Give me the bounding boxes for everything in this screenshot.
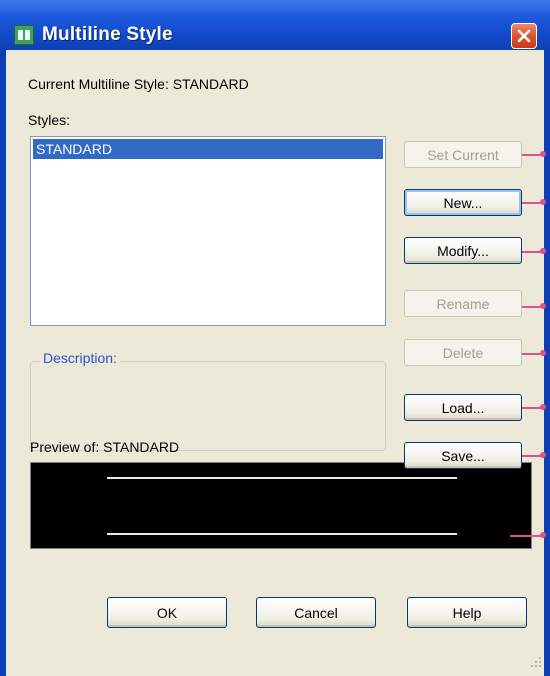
resize-grip[interactable] bbox=[530, 656, 542, 668]
callout-modify bbox=[522, 248, 546, 254]
preview-label: Preview of: STANDARD bbox=[30, 439, 180, 455]
close-icon bbox=[517, 29, 531, 43]
callout-save bbox=[522, 452, 546, 458]
delete-button[interactable]: Delete bbox=[404, 339, 522, 366]
callout-preview bbox=[510, 532, 546, 538]
description-label: Description: bbox=[40, 350, 120, 366]
window-title: Multiline Style bbox=[42, 24, 173, 45]
current-style-label: Current Multiline Style: STANDARD bbox=[28, 76, 249, 92]
load-button[interactable]: Load... bbox=[404, 394, 522, 421]
callout-new bbox=[522, 199, 546, 205]
callout-delete bbox=[522, 350, 546, 356]
modify-button[interactable]: Modify... bbox=[404, 237, 522, 264]
close-button[interactable] bbox=[511, 23, 537, 49]
preview-line-bottom bbox=[107, 533, 457, 535]
multiline-style-dialog: Multiline Style Current Multiline Style:… bbox=[0, 0, 550, 676]
cancel-button[interactable]: Cancel bbox=[256, 597, 376, 628]
callout-load bbox=[522, 404, 546, 410]
list-item[interactable]: STANDARD bbox=[33, 139, 383, 159]
multiline-style-icon bbox=[14, 25, 34, 45]
preview-pane bbox=[30, 462, 532, 549]
callout-rename bbox=[522, 303, 546, 309]
save-button[interactable]: Save... bbox=[404, 442, 522, 469]
set-current-button[interactable]: Set Current bbox=[404, 141, 522, 168]
preview-line-top bbox=[107, 477, 457, 479]
description-group bbox=[30, 361, 386, 451]
title-bar[interactable]: Multiline Style bbox=[0, 0, 550, 50]
callout-set-current bbox=[522, 151, 546, 157]
ok-button[interactable]: OK bbox=[107, 597, 227, 628]
new-button[interactable]: New... bbox=[404, 189, 522, 216]
dialog-body: Current Multiline Style: STANDARD Styles… bbox=[6, 50, 544, 676]
rename-button[interactable]: Rename bbox=[404, 290, 522, 317]
styles-list[interactable]: STANDARD bbox=[30, 136, 386, 326]
styles-label: Styles: bbox=[28, 112, 71, 128]
help-button[interactable]: Help bbox=[407, 597, 527, 628]
